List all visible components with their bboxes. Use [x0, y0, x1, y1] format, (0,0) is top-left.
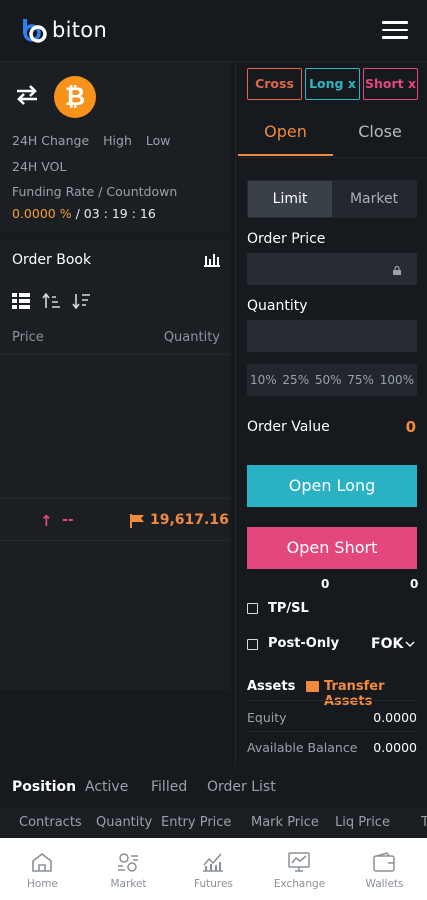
short-available: 0: [410, 577, 419, 591]
tab-filled[interactable]: Filled: [151, 779, 187, 795]
biton-logo-mark-icon: [23, 19, 47, 43]
equity-label: Equity: [247, 710, 287, 725]
orderbook-separator: [0, 498, 230, 499]
home-icon: [32, 852, 52, 872]
open-long-button[interactable]: Open Long: [247, 465, 417, 507]
last-price[interactable]: 19,617.16: [150, 512, 229, 528]
tpsl-checkbox[interactable]: [247, 603, 258, 614]
nav-home[interactable]: Home: [0, 838, 85, 900]
percent-10-button[interactable]: 10%: [250, 373, 277, 387]
short-leverage-button[interactable]: Short x: [363, 68, 418, 100]
order-value-label: Order Value: [247, 419, 330, 435]
order-price-label: Order Price: [247, 231, 326, 247]
nav-wallets[interactable]: Wallets: [342, 838, 427, 900]
tab-order-list[interactable]: Order List: [207, 779, 276, 795]
column-entry-price: Entry Price: [161, 815, 232, 830]
tab-open[interactable]: Open: [238, 112, 333, 156]
assets-title: Assets: [247, 679, 296, 694]
column-quantity: Quantity: [96, 815, 153, 830]
percent-50-button[interactable]: 50%: [315, 373, 342, 387]
margin-mode-button[interactable]: Cross: [247, 68, 302, 100]
order-book-title: Order Book: [12, 252, 92, 268]
available-balance-label: Available Balance: [247, 740, 358, 755]
market-order-button[interactable]: Market: [332, 181, 416, 217]
nav-exchange[interactable]: Exchange: [257, 838, 342, 900]
book-view-icon[interactable]: [12, 293, 30, 309]
column-liq-price: Liq Price: [335, 815, 390, 830]
market-icon: [118, 853, 138, 872]
biton-logo[interactable]: biton: [20, 16, 107, 44]
stats-row-1: 24H Change High Low: [12, 133, 185, 148]
nav-home-label: Home: [26, 878, 58, 890]
funding-rate: 0.0000 %: [12, 206, 72, 221]
nav-market[interactable]: Market: [86, 838, 171, 900]
order-price-input[interactable]: [247, 253, 417, 285]
vol-label: 24H VOL: [12, 159, 67, 174]
tab-active[interactable]: Active: [85, 779, 128, 795]
column-truncated: T: [421, 815, 427, 830]
nav-futures-label: Futures: [194, 878, 233, 890]
tab-underline: [238, 157, 427, 158]
limit-order-button[interactable]: Limit: [248, 181, 332, 217]
orderbook-separator: [0, 354, 230, 355]
pane-divider: [235, 62, 236, 767]
quantity-percent-bar: 10% 25% 50% 75% 100%: [247, 364, 417, 396]
up-arrow-icon: ↑: [40, 512, 53, 530]
transfer-icon[interactable]: [306, 681, 319, 692]
chevron-down-icon[interactable]: [405, 640, 415, 648]
sort-asc-icon[interactable]: [42, 293, 60, 309]
futures-chart-icon: [203, 853, 223, 872]
long-available: 0: [321, 577, 330, 591]
high-label: High: [103, 133, 132, 148]
tpsl-label: TP/SL: [268, 601, 309, 616]
percent-100-button[interactable]: 100%: [380, 373, 414, 387]
tab-position[interactable]: Position: [12, 779, 76, 795]
hamburger-menu-icon[interactable]: [382, 21, 408, 39]
funding-value: 0.0000 % / 03 : 19 : 16: [12, 206, 156, 221]
low-label: Low: [145, 133, 171, 148]
change-label: 24H Change: [12, 133, 90, 148]
available-balance-value: 0.0000: [373, 740, 417, 755]
swap-arrows-icon[interactable]: [15, 84, 39, 106]
quantity-header: Quantity: [163, 330, 220, 345]
equity-value: 0.0000: [373, 710, 417, 725]
percent-75-button[interactable]: 75%: [347, 373, 374, 387]
order-book-panel: [0, 240, 230, 690]
nav-wallets-label: Wallets: [365, 878, 404, 890]
funding-label: Funding Rate / Countdown: [12, 184, 178, 199]
tab-close[interactable]: Close: [333, 112, 427, 156]
bitcoin-icon[interactable]: ₿: [54, 76, 96, 118]
last-change: --: [62, 512, 74, 528]
exchange-icon: [288, 852, 310, 872]
nav-market-label: Market: [110, 878, 147, 890]
percent-25-button[interactable]: 25%: [282, 373, 309, 387]
post-only-checkbox[interactable]: [247, 639, 258, 650]
long-leverage-button[interactable]: Long x: [305, 68, 360, 100]
quantity-label: Quantity: [247, 298, 308, 314]
flag-icon: [130, 514, 144, 528]
assets-divider: [247, 700, 417, 701]
app-header: biton: [0, 0, 427, 62]
logo-text: biton: [52, 18, 108, 42]
nav-futures[interactable]: Futures: [171, 838, 256, 900]
price-header: Price: [12, 330, 44, 345]
quantity-input[interactable]: [247, 320, 417, 352]
sort-desc-icon[interactable]: [72, 293, 90, 309]
stats-row-3: Funding Rate / Countdown: [12, 184, 191, 199]
transfer-assets-link[interactable]: Transfer Assets: [324, 679, 427, 709]
post-only-label: Post-Only: [268, 636, 340, 651]
funding-countdown: / 03 : 19 : 16: [71, 206, 156, 221]
assets-divider: [247, 731, 417, 732]
wallet-icon: [373, 852, 395, 872]
lock-icon[interactable]: [393, 266, 401, 275]
depth-chart-icon[interactable]: [204, 252, 220, 267]
nav-exchange-label: Exchange: [273, 878, 326, 890]
open-short-button[interactable]: Open Short: [247, 527, 417, 569]
order-value: 0: [405, 418, 416, 436]
orderbook-separator: [0, 540, 230, 541]
column-mark-price: Mark Price: [251, 815, 319, 830]
time-in-force-select[interactable]: FOK: [371, 636, 403, 652]
stats-row-2: 24H VOL: [12, 159, 80, 174]
column-contracts: Contracts: [19, 815, 82, 830]
